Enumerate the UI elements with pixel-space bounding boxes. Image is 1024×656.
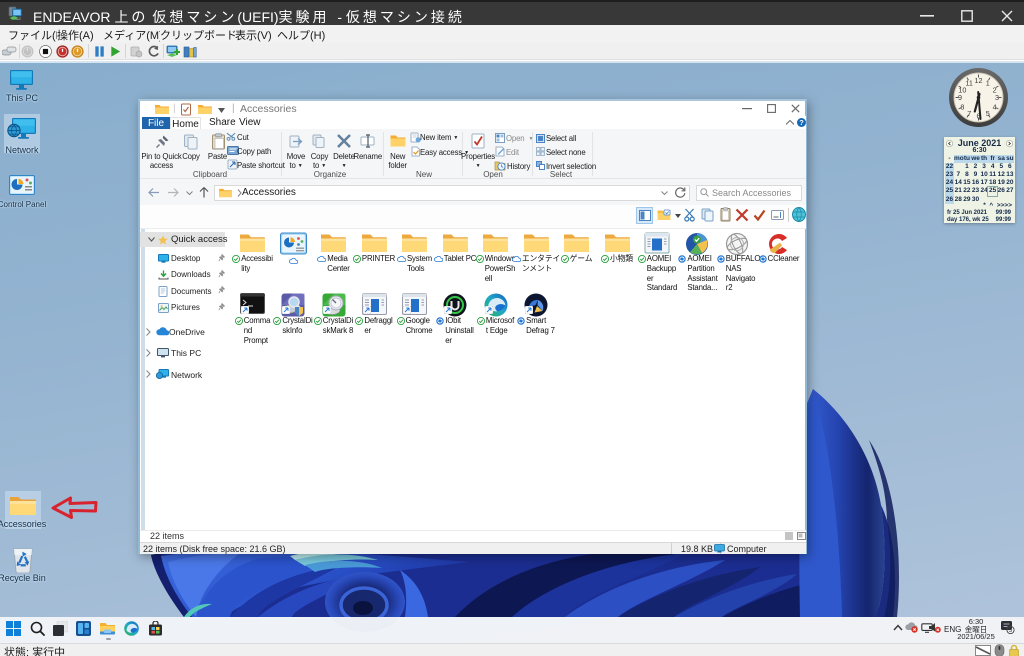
svg-text:3: 3 (995, 93, 999, 102)
svg-text:7: 7 (967, 109, 971, 118)
svg-text:12: 12 (975, 76, 983, 85)
svg-text:5: 5 (986, 109, 990, 118)
svg-text:11: 11 (965, 79, 972, 88)
svg-text:1: 1 (986, 79, 990, 88)
svg-text:8: 8 (960, 102, 964, 111)
svg-text:4: 4 (993, 102, 997, 111)
